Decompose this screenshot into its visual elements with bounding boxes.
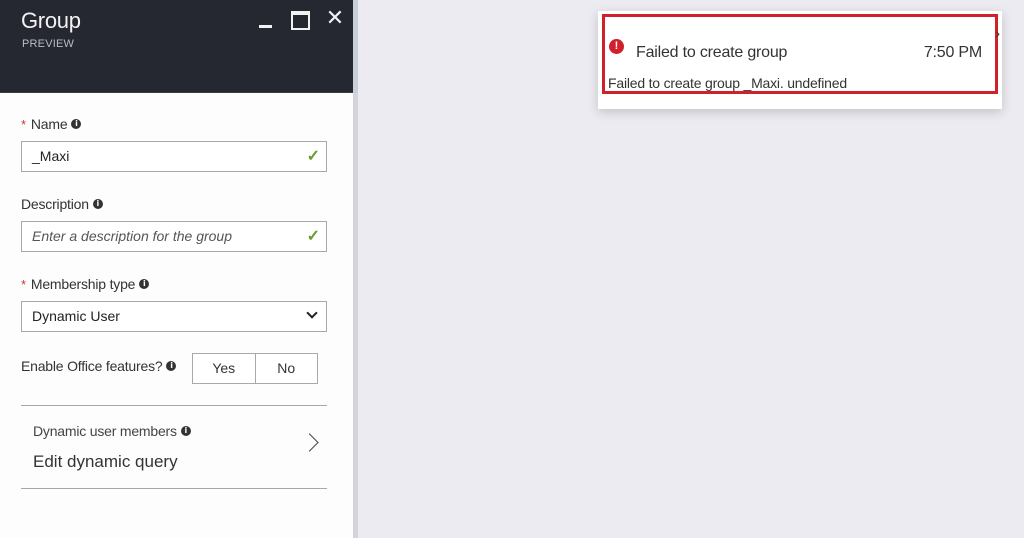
membership-type-label: * Membership type i bbox=[21, 276, 150, 292]
name-label: * Name i bbox=[21, 116, 82, 132]
required-marker: * bbox=[21, 276, 26, 292]
close-button[interactable]: ✕ bbox=[324, 7, 346, 30]
blade-title: Group bbox=[21, 8, 81, 33]
name-input[interactable]: _Maxi ✓ bbox=[21, 141, 327, 172]
dynamic-members-label: Dynamic user members i bbox=[33, 423, 191, 439]
required-marker: * bbox=[21, 116, 26, 132]
dynamic-members-label-text: Dynamic user members bbox=[33, 423, 177, 439]
office-features-label-text: Enable Office features? bbox=[21, 358, 163, 374]
info-icon[interactable]: i bbox=[180, 426, 191, 436]
edit-dynamic-query[interactable]: Edit dynamic query bbox=[33, 452, 178, 472]
description-placeholder: Enter a description for the group bbox=[32, 228, 233, 244]
dynamic-members-link[interactable]: Dynamic user members i Edit dynamic quer… bbox=[21, 406, 327, 488]
notification-time: 7:50 PM bbox=[923, 44, 982, 61]
office-features-label: Enable Office features? i bbox=[21, 358, 177, 374]
notification-toast[interactable]: ! Failed to create group 7:50 PM Failed … bbox=[598, 11, 1002, 109]
toggle-yes[interactable]: Yes bbox=[193, 354, 255, 383]
info-icon[interactable]: i bbox=[139, 279, 150, 289]
name-label-text: Name bbox=[30, 116, 68, 132]
group-blade: Group PREVIEW ✕ * Name i _Maxi ✓ Descrip… bbox=[0, 0, 353, 538]
minimize-button[interactable] bbox=[256, 8, 278, 30]
check-icon: ✓ bbox=[306, 148, 320, 165]
divider bbox=[21, 488, 327, 489]
notification-message: Failed to create group _Maxi. undefined bbox=[608, 75, 847, 91]
chevron-right-icon bbox=[307, 436, 319, 448]
blade-scrollbar-top bbox=[353, 0, 358, 93]
toggle-no[interactable]: No bbox=[254, 354, 318, 383]
error-icon: ! bbox=[609, 39, 624, 54]
membership-type-label-text: Membership type bbox=[30, 276, 136, 292]
office-features-toggle[interactable]: Yes No bbox=[192, 353, 318, 384]
membership-type-select[interactable]: Dynamic User bbox=[21, 301, 327, 332]
notification-title: Failed to create group bbox=[636, 44, 788, 61]
maximize-button[interactable] bbox=[289, 8, 311, 30]
description-label-text: Description bbox=[21, 196, 89, 212]
name-input-value: _Maxi bbox=[32, 148, 70, 164]
chevron-down-icon bbox=[307, 309, 317, 319]
description-label: Description i bbox=[21, 196, 103, 212]
blade-header: Group PREVIEW ✕ bbox=[0, 0, 353, 93]
description-input[interactable]: Enter a description for the group ✓ bbox=[21, 221, 327, 252]
check-icon: ✓ bbox=[306, 228, 320, 245]
chevron-right-icon[interactable]: › bbox=[995, 25, 1000, 41]
info-icon[interactable]: i bbox=[92, 199, 103, 209]
membership-type-value: Dynamic User bbox=[32, 308, 120, 324]
info-icon[interactable]: i bbox=[71, 119, 82, 129]
info-icon[interactable]: i bbox=[166, 361, 177, 371]
blade-subtitle: PREVIEW bbox=[22, 38, 75, 50]
